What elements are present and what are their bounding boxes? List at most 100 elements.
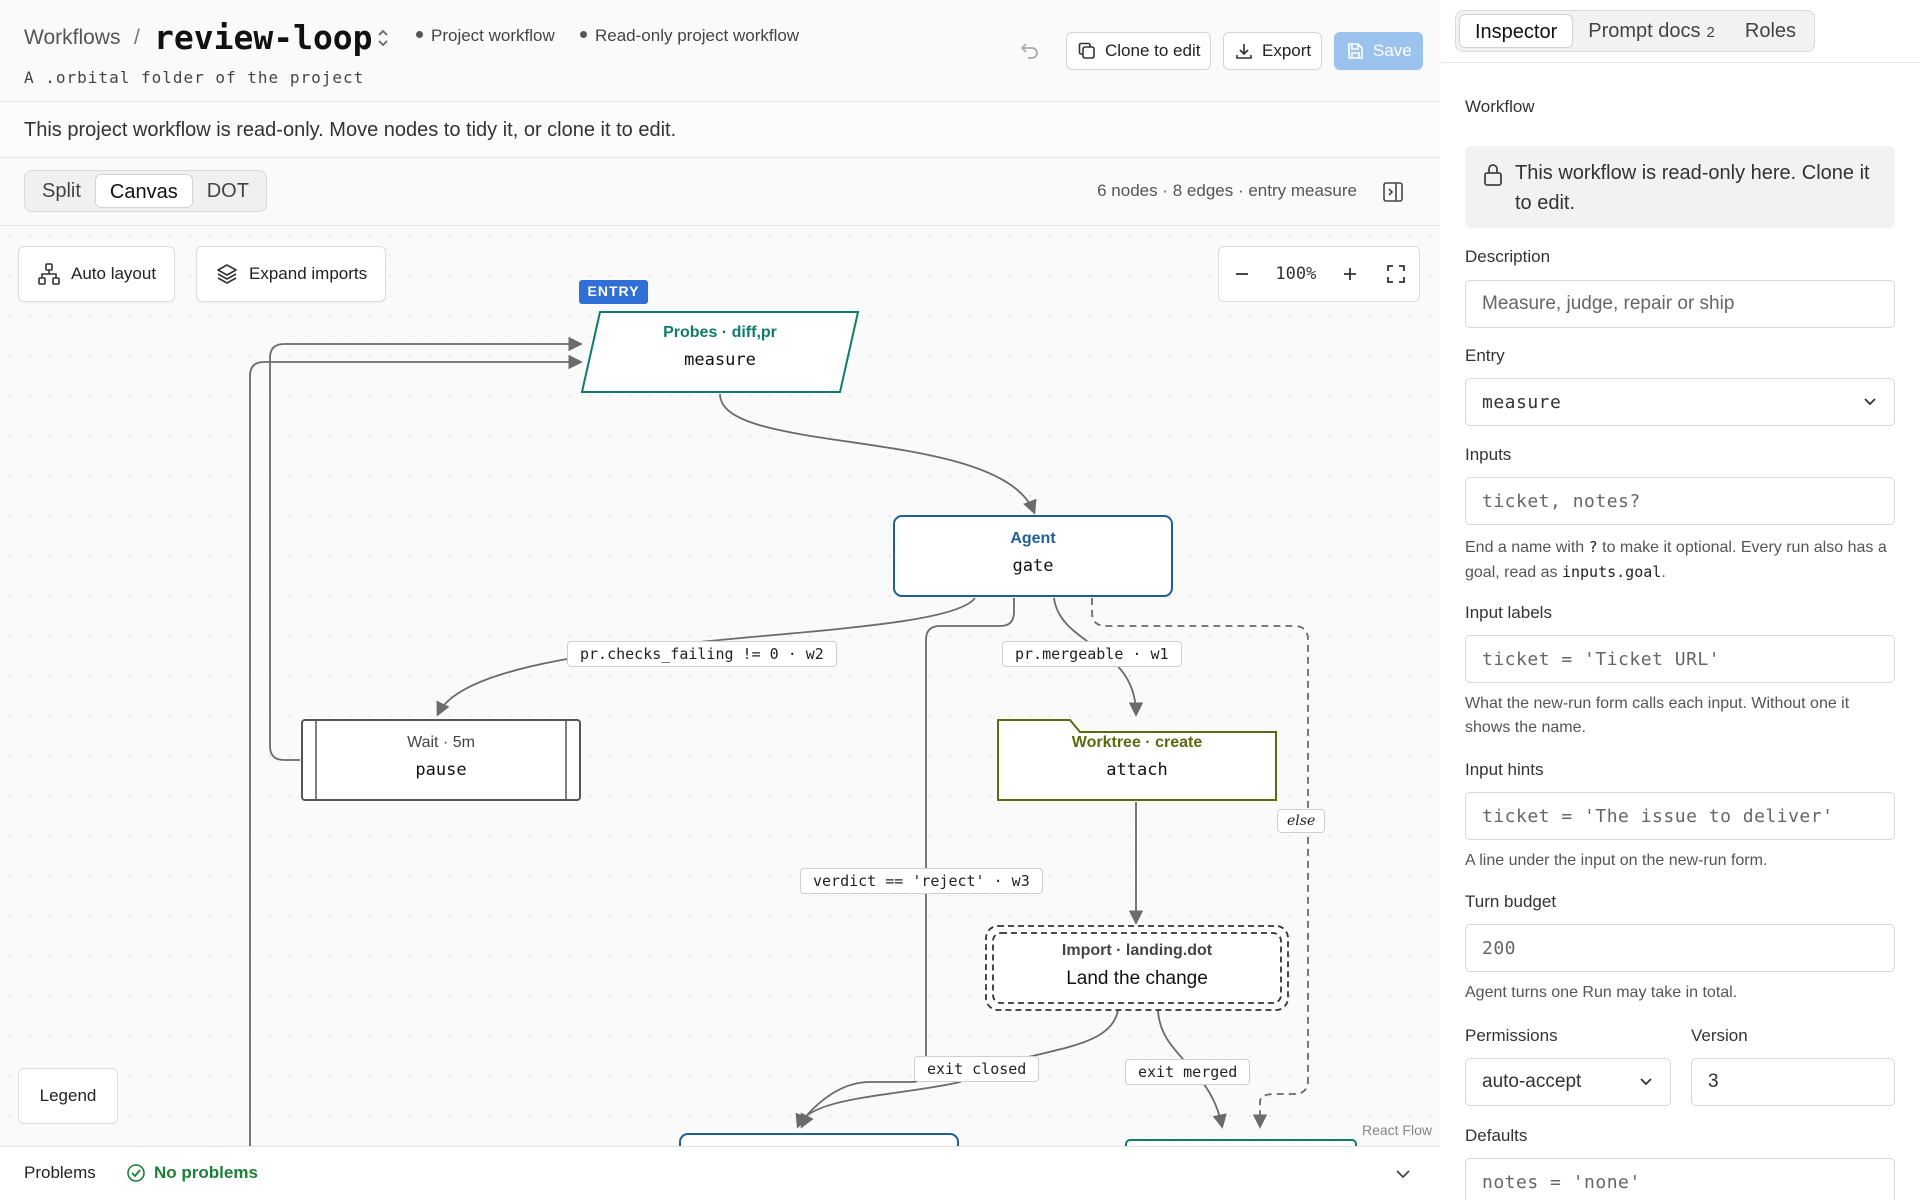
node-name: attach [1106,760,1168,780]
clone-to-edit-button[interactable]: Clone to edit [1066,32,1212,70]
save-button[interactable]: Save [1334,32,1423,70]
node-name: measure [684,350,756,370]
main-area: Workflows / review-loop Project workflow… [0,0,1440,1200]
expand-imports-button[interactable]: Expand imports [196,246,387,302]
tab-roles[interactable]: Roles [1730,14,1811,48]
node-kind: Probes · diff,pr [663,324,777,341]
defaults-field[interactable]: notes = 'none' [1465,1158,1895,1200]
tab-prompt-docs[interactable]: Prompt docs 2 [1573,14,1730,48]
node-kind: Worktree · create [1071,734,1203,751]
node-name: gate [1012,556,1054,576]
node-name: pause [415,760,467,780]
edge-label-checks-failing[interactable]: pr.checks_failing != 0 · w2 [567,641,837,667]
node-attach[interactable]: Worktree · create attach [998,734,1276,794]
auto-layout-button[interactable]: Auto layout [18,246,176,302]
turn-budget-field[interactable]: 200 [1465,924,1895,972]
entry-label: Entry [1465,346,1505,365]
mode-split[interactable]: Split [28,174,95,208]
header: Workflows / review-loop Project workflow… [0,0,1440,102]
react-flow-attribution[interactable]: React Flow [1362,1122,1432,1138]
chevron-down-icon [1640,1078,1652,1086]
permissions-value: auto-accept [1482,1071,1582,1092]
edge-gate-else[interactable] [1091,598,1309,1129]
entry-value: measure [1482,391,1562,413]
input-labels-field[interactable]: ticket = 'Ticket URL' [1465,635,1895,683]
page-title: review-loop [154,18,373,57]
edge-pause-measure[interactable] [269,336,583,761]
hierarchy-icon [38,263,60,285]
permissions-select[interactable]: auto-accept [1465,1058,1671,1106]
permissions-label: Permissions [1465,1026,1558,1045]
expand-imports-label: Expand imports [249,264,368,283]
edge-label-else[interactable]: else [1277,809,1326,833]
graph-stats: 6 nodes · 8 edges · entry measure [1097,181,1357,200]
node-gate[interactable]: Agent gate [894,530,1172,590]
entry-badge: ENTRY [587,283,640,299]
export-button[interactable]: Export [1223,32,1323,70]
fit-view-icon[interactable] [1383,261,1409,287]
edge-label-reject[interactable]: verdict == 'reject' · w3 [800,868,1043,894]
help-text: . [1661,564,1666,581]
breadcrumb-workflows[interactable]: Workflows [24,26,120,50]
node-measure[interactable]: Probes · diff,pr measure [582,324,858,384]
chevron-down-icon [1864,398,1876,406]
read-only-callout: This workflow is read-only here. Clone i… [1465,146,1895,228]
turn-budget-help: Agent turns one Run may take in total. [1465,984,1738,1001]
inputs-field[interactable]: ticket, notes? [1465,477,1895,525]
chevron-down-icon[interactable] [1394,1167,1412,1181]
inputs-help: End a name with ? to make it optional. E… [1465,535,1895,585]
node-bottom-left-shape[interactable] [679,1133,959,1146]
defaults-label: Defaults [1465,1126,1528,1145]
workflow-subtitle: A .orbital folder of the project [24,68,365,87]
tab-inspector[interactable]: Inspector [1459,14,1574,48]
node-name: Land the change [1066,968,1208,989]
inputs-label: Inputs [1465,445,1512,464]
node-kind: Import · landing.dot [1061,942,1213,959]
divider [1441,62,1920,63]
edge-label-exit-merged[interactable]: exit merged [1125,1059,1251,1085]
edge-measure-gate[interactable] [719,393,1037,515]
badge-label: Read-only project workflow [595,26,800,45]
save-icon [1348,43,1363,59]
badge-read-only: Read-only project workflow [580,26,799,46]
help-text: End a name with [1465,539,1585,556]
input-hints-field[interactable]: ticket = 'The issue to deliver' [1465,792,1895,840]
read-only-text: This workflow is read-only here. Clone i… [1515,162,1870,214]
input-labels-help: What the new-run form calls each input. … [1465,695,1850,736]
zoom-in-icon[interactable] [1337,261,1363,287]
problems-bar: Problems No problems [0,1146,1440,1200]
help-code: ? [1588,538,1598,556]
mode-canvas[interactable]: Canvas [94,174,193,208]
node-pause[interactable]: Wait · 5m pause [302,734,580,794]
download-icon [1236,44,1252,59]
problems-status-text: No problems [154,1163,258,1182]
panel-toggle-icon[interactable] [1382,181,1404,203]
edge-gate-reject[interactable] [800,598,1015,1129]
auto-layout-label: Auto layout [71,264,157,283]
edge-label-exit-closed[interactable]: exit closed [914,1056,1040,1082]
node-kind: Wait · 5m [407,734,475,751]
edge-label-mergeable[interactable]: pr.mergeable · w1 [1002,641,1182,667]
lock-icon [1484,164,1502,186]
legend-button[interactable]: Legend [18,1068,118,1124]
undo-icon[interactable] [1018,38,1042,62]
description-field[interactable]: Measure, judge, repair or ship [1465,280,1895,328]
chevron-up-down-icon[interactable] [374,26,392,50]
view-bar: Split Canvas DOT 6 nodes · 8 edges · ent… [0,158,1440,226]
help-code: inputs.goal [1561,563,1662,581]
version-field[interactable]: 3 [1691,1058,1895,1106]
node-kind: Agent [1010,530,1056,547]
input-hints-help: A line under the input on the new-run fo… [1465,852,1768,869]
input-labels-label: Input labels [1465,603,1552,622]
node-land[interactable]: Import · landing.dot Land the change [986,942,1288,1002]
zoom-out-icon[interactable] [1229,261,1255,287]
save-label: Save [1373,41,1412,60]
mode-dot[interactable]: DOT [193,174,263,208]
workflow-canvas[interactable]: Auto layout Expand imports 100% ENTRY Pr… [0,226,1440,1146]
entry-select[interactable]: measure [1465,378,1895,426]
problems-title: Problems [24,1163,96,1182]
read-only-notice: This project workflow is read-only. Move… [0,102,1440,158]
badge-label: Project workflow [431,26,555,45]
prompt-docs-count: 2 [1706,24,1715,41]
badge-project-workflow: Project workflow [416,26,555,46]
